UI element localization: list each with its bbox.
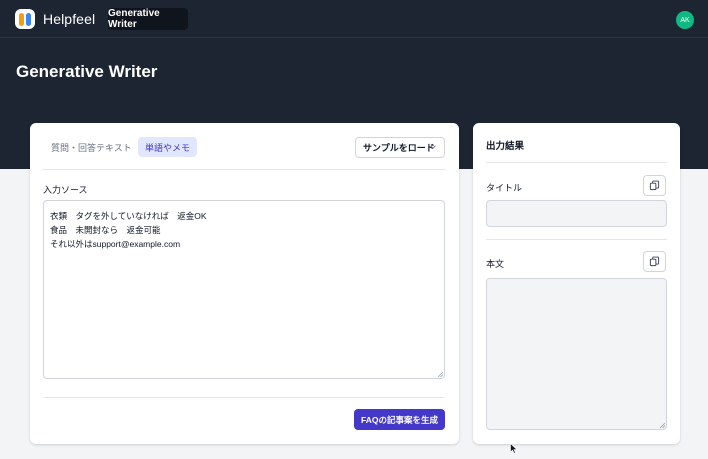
output-heading-divider bbox=[486, 162, 667, 163]
input-card: 質問・回答テキスト 単語やメモ サンプルをロード 入力ソース 衣類 タグを外して… bbox=[30, 123, 459, 444]
output-card: 出力結果 タイトル 本文 bbox=[473, 123, 680, 444]
output-heading: 出力結果 bbox=[486, 141, 525, 152]
load-sample-button[interactable]: サンプルをロード bbox=[355, 137, 445, 158]
output-fields-divider bbox=[486, 239, 667, 240]
load-sample-label: サンプルをロード bbox=[363, 143, 435, 153]
body-label: 本文 bbox=[486, 259, 505, 269]
footer-divider bbox=[43, 397, 445, 398]
tab-words-memo[interactable]: 単語やメモ bbox=[138, 137, 198, 157]
source-line: それ以外はsupport@example.com bbox=[50, 239, 181, 249]
helpfeel-logo-icon[interactable] bbox=[15, 9, 35, 29]
nav-tab-generative-writer[interactable]: Generative Writer bbox=[108, 8, 188, 30]
logo-bar-right bbox=[26, 12, 31, 26]
page-title: Generative Writer bbox=[16, 62, 158, 81]
chevron-down-icon bbox=[430, 145, 436, 149]
output-title-field[interactable] bbox=[486, 200, 667, 227]
resize-handle-icon[interactable] bbox=[659, 422, 665, 428]
copy-icon bbox=[649, 180, 660, 191]
user-avatar[interactable]: AK bbox=[676, 11, 694, 29]
source-line: 食品 未開封なら 返金可能 bbox=[50, 225, 161, 235]
top-navigation-bar: Helpfeel Generative Writer AK bbox=[0, 0, 708, 38]
source-label: 入力ソース bbox=[43, 185, 88, 195]
source-line: 衣類 タグを外していなければ 返金OK bbox=[50, 211, 207, 221]
resize-handle-icon[interactable] bbox=[437, 371, 443, 377]
logo-bar-left bbox=[19, 12, 24, 26]
copy-body-button[interactable] bbox=[643, 251, 666, 272]
copy-icon bbox=[649, 256, 660, 267]
tabs-divider bbox=[43, 169, 445, 170]
title-label: タイトル bbox=[486, 183, 523, 193]
mouse-pointer-icon bbox=[510, 443, 518, 454]
generate-faq-button[interactable]: FAQの記事案を生成 bbox=[354, 409, 445, 430]
output-body-field[interactable] bbox=[486, 278, 667, 430]
tab-qa-text[interactable]: 質問・回答テキスト bbox=[44, 137, 139, 157]
brand-name[interactable]: Helpfeel bbox=[43, 11, 95, 27]
copy-title-button[interactable] bbox=[643, 175, 666, 196]
source-textarea[interactable]: 衣類 タグを外していなければ 返金OK 食品 未開封なら 返金可能 それ以外はs… bbox=[43, 200, 445, 379]
